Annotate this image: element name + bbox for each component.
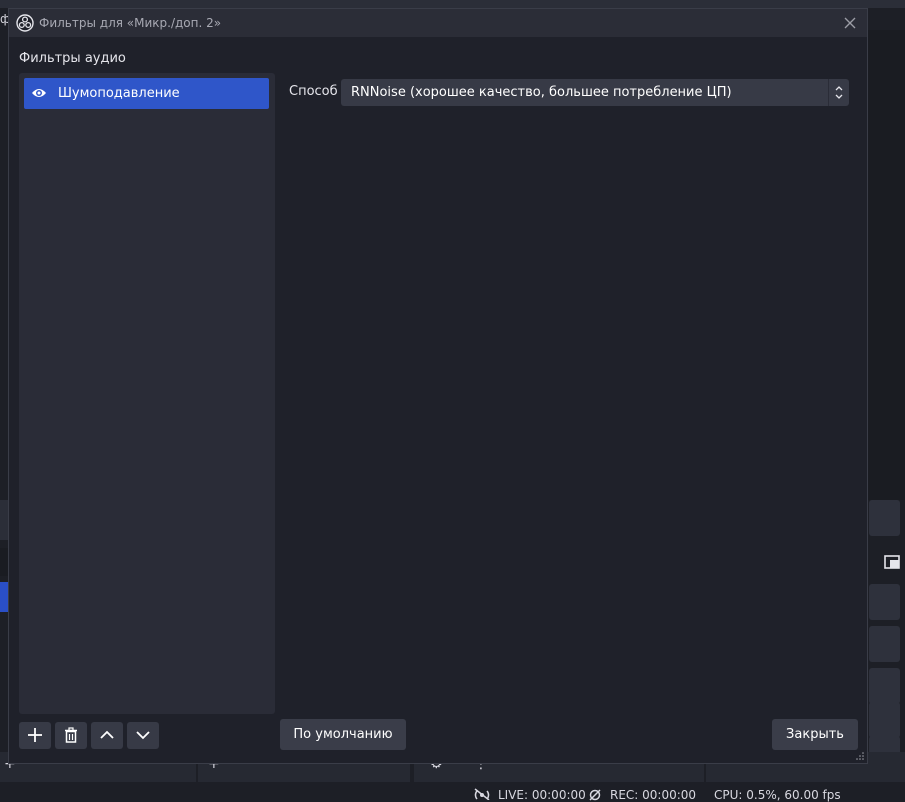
rec-icon [589, 789, 601, 801]
main-window-left-stub [0, 500, 8, 540]
resize-grip-icon[interactable] [856, 752, 864, 760]
add-filter-button[interactable] [19, 722, 51, 749]
select-arrows[interactable] [828, 79, 849, 106]
filter-name: Шумоподавление [58, 86, 180, 101]
dialog-titlebar[interactable]: Фильтры для «Микр./доп. 2» [9, 9, 867, 37]
main-window-left-stub [0, 548, 8, 576]
method-select-value: RNNoise (хорошее качество, большее потре… [351, 85, 732, 100]
main-window-top-strip [0, 0, 905, 8]
move-filter-down-button[interactable] [127, 722, 159, 749]
chevron-down-icon [136, 731, 150, 740]
main-window-side-button[interactable] [869, 500, 900, 536]
eye-icon[interactable] [31, 87, 47, 99]
main-window-side-button[interactable] [869, 626, 900, 662]
remove-filter-button[interactable] [55, 722, 87, 749]
main-window-side-button[interactable] [869, 584, 900, 620]
audio-filters-label: Фильтры аудио [19, 51, 126, 66]
audio-filter-list[interactable]: Шумоподавление [19, 73, 275, 714]
plus-icon [28, 728, 42, 742]
chevron-up-icon [100, 730, 114, 739]
move-filter-up-button[interactable] [91, 722, 123, 749]
live-signal-icon [474, 788, 490, 800]
close-icon[interactable] [841, 14, 859, 32]
obs-logo-icon [16, 14, 34, 32]
updown-chevron-icon [835, 86, 843, 99]
list-item[interactable]: Шумоподавление [24, 78, 269, 109]
defaults-button[interactable]: По умолчанию [280, 719, 406, 750]
status-bar: LIVE: 00:00:00 REC: 00:00:00 CPU: 0.5%, … [0, 782, 905, 802]
method-select[interactable]: RNNoise (хорошее качество, большее потре… [341, 79, 849, 106]
filters-dialog: Фильтры для «Микр./доп. 2» Фильтры аудио… [8, 8, 868, 764]
close-button[interactable]: Закрыть [772, 719, 858, 750]
main-window-side-button[interactable] [869, 702, 900, 738]
main-window-side-button[interactable] [869, 668, 900, 704]
main-window-right-panel [868, 30, 905, 500]
dialog-title: Фильтры для «Микр./доп. 2» [39, 16, 222, 30]
method-label: Способ [289, 84, 338, 99]
main-window-selected-row[interactable] [0, 582, 8, 612]
trash-icon [65, 727, 77, 743]
undock-icon[interactable] [884, 555, 900, 569]
